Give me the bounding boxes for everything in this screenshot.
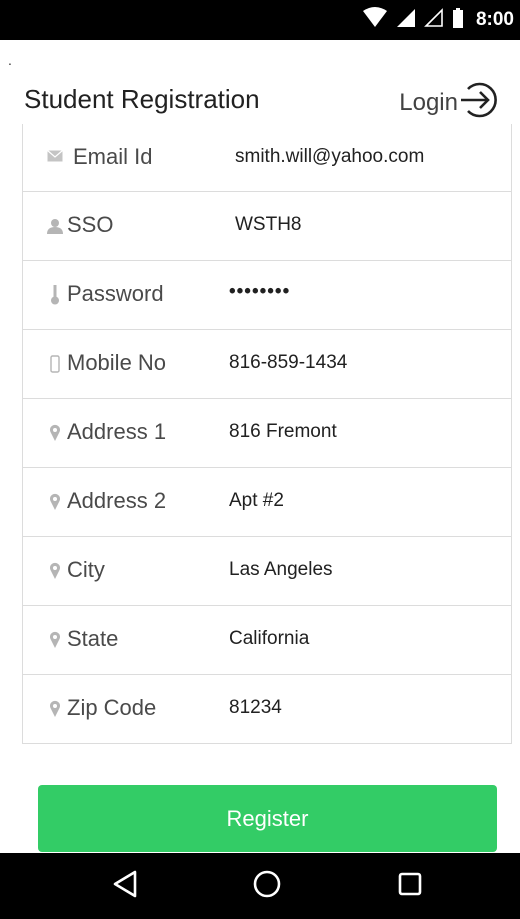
zip-field[interactable]: 81234: [229, 697, 282, 719]
state-field[interactable]: California: [229, 628, 309, 650]
stray-dot: .: [8, 52, 12, 68]
back-button[interactable]: [110, 870, 140, 903]
home-button[interactable]: [252, 869, 282, 904]
navigation-bar: [0, 853, 520, 919]
row-label: Mobile No: [67, 350, 167, 375]
form-row-password[interactable]: Password ••••••••: [23, 261, 511, 330]
row-label: Zip Code: [67, 695, 157, 720]
address2-field[interactable]: Apt #2: [229, 490, 284, 512]
login-label: Login: [399, 88, 458, 116]
back-icon: [112, 870, 138, 903]
city-field[interactable]: Las Angeles: [229, 559, 333, 581]
key-icon: [47, 285, 63, 305]
app-header: Student Registration Login: [0, 78, 520, 130]
battery-icon: [452, 7, 464, 34]
email-icon: [47, 146, 63, 166]
row-label: Email Id: [73, 144, 153, 169]
form-row-email[interactable]: Email Id smith.will@yahoo.com: [23, 124, 511, 192]
wifi-icon: [362, 6, 388, 34]
location-icon: [47, 492, 63, 512]
form-row-city[interactable]: City Las Angeles: [23, 537, 511, 606]
location-icon: [47, 561, 63, 581]
row-label: Address 1: [67, 419, 167, 444]
mobile-field[interactable]: 816-859-1434: [229, 352, 347, 374]
recents-button[interactable]: [395, 871, 425, 901]
location-icon: [47, 699, 63, 719]
status-time: 8:00: [475, 9, 514, 30]
form-row-sso[interactable]: SSO WSTH8: [23, 192, 511, 261]
status-icons: 8:00: [362, 0, 514, 40]
form-row-mobile[interactable]: Mobile No 816-859-1434: [23, 330, 511, 399]
form-row-address2[interactable]: Address 2 Apt #2: [23, 468, 511, 537]
signal-icon: [396, 7, 416, 34]
form-row-state[interactable]: State California: [23, 606, 511, 675]
person-icon: [47, 216, 63, 236]
home-icon: [252, 869, 282, 904]
email-field[interactable]: smith.will@yahoo.com: [235, 146, 424, 168]
sso-field[interactable]: WSTH8: [235, 214, 302, 236]
row-label: Address 2: [67, 488, 167, 513]
status-bar: 8:00: [0, 0, 520, 40]
arrow-right-circle-icon: [458, 78, 502, 127]
page-title: Student Registration: [24, 84, 260, 114]
form-row-zip[interactable]: Zip Code 81234: [23, 675, 511, 744]
mobile-icon: [47, 354, 63, 374]
registration-form: Email Id smith.will@yahoo.com SSO WSTH8 …: [22, 124, 512, 744]
login-link[interactable]: Login: [399, 78, 502, 127]
recents-icon: [397, 871, 423, 902]
row-label: SSO: [67, 212, 114, 237]
signal-empty-icon: [424, 7, 444, 34]
location-icon: [47, 630, 63, 650]
row-label: Password: [67, 281, 164, 306]
register-button[interactable]: Register: [38, 785, 497, 852]
row-label: City: [67, 557, 105, 582]
row-label: State: [67, 626, 119, 651]
location-icon: [47, 423, 63, 443]
form-row-address1[interactable]: Address 1 816 Fremont: [23, 399, 511, 468]
password-field[interactable]: ••••••••: [229, 281, 290, 303]
address1-field[interactable]: 816 Fremont: [229, 421, 337, 443]
